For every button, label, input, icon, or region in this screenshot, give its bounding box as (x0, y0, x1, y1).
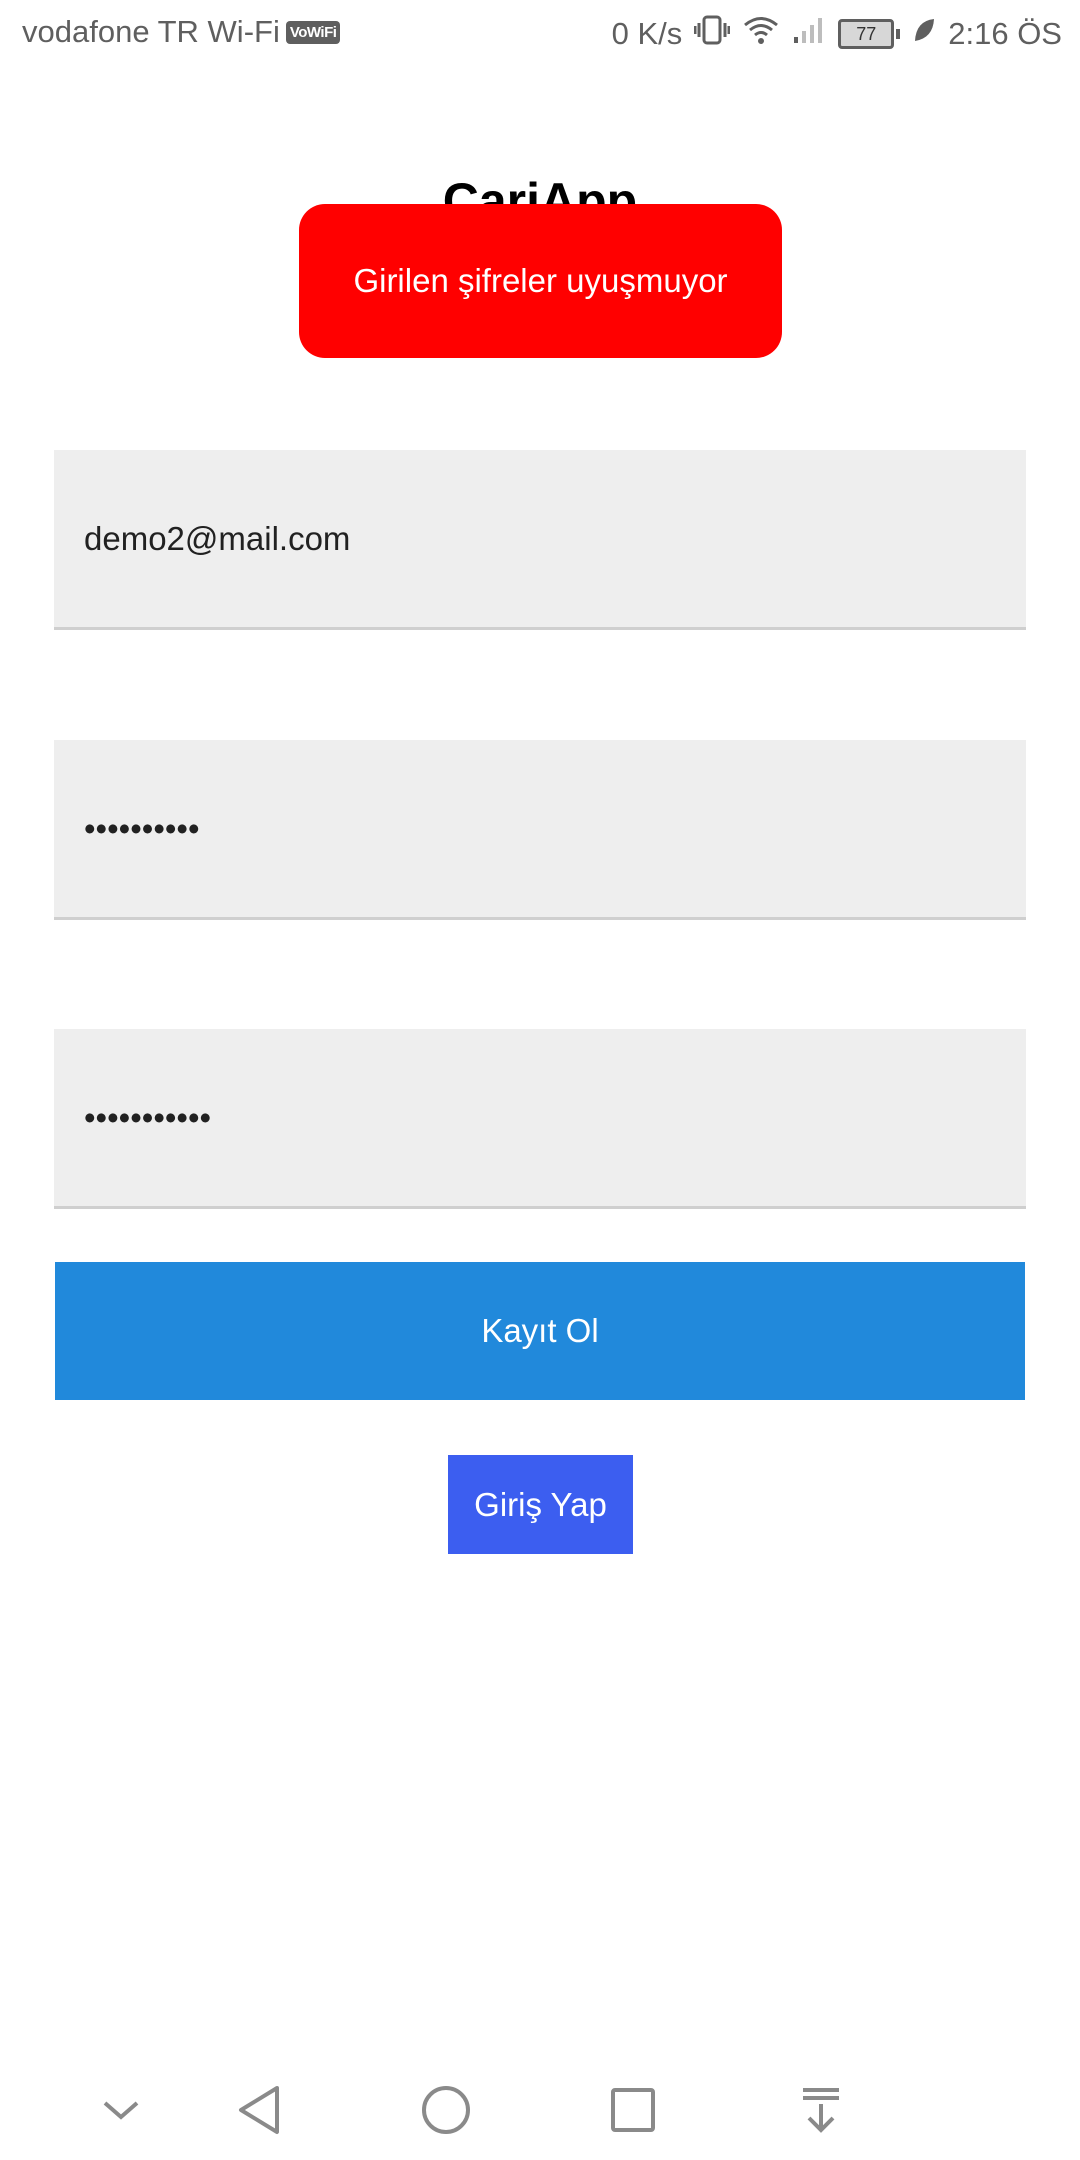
password-confirm-field[interactable] (54, 1029, 1026, 1209)
email-input[interactable] (82, 518, 1026, 559)
vibrate-icon (693, 14, 731, 54)
home-icon[interactable] (411, 2075, 481, 2145)
status-left: vodafone TR Wi-Fi VoWiFi (22, 14, 341, 50)
recents-icon[interactable] (598, 2075, 668, 2145)
register-button[interactable]: Kayıt Ol (55, 1262, 1025, 1400)
wifi-icon (742, 15, 780, 53)
password-confirm-input[interactable] (82, 1097, 1026, 1138)
status-right: 0 K/s 77 2:16 ÖS (612, 14, 1062, 54)
toast-message: Girilen şifreler uyuşmuyor (353, 262, 728, 299)
battery-icon: 77 (838, 19, 901, 49)
status-bar: vodafone TR Wi-Fi VoWiFi 0 K/s 77 2:16 Ö… (0, 0, 1080, 70)
navigation-bar (0, 2055, 1080, 2160)
chevron-down-icon[interactable] (86, 2075, 156, 2145)
carrier-label: vodafone TR Wi-Fi (22, 14, 280, 49)
vowifi-badge: VoWiFi (285, 20, 341, 44)
email-field[interactable] (54, 450, 1026, 630)
error-toast: Girilen şifreler uyuşmuyor (299, 204, 782, 358)
battery-level: 77 (838, 19, 895, 49)
password-field[interactable] (54, 740, 1026, 920)
net-speed: 0 K/s (611, 16, 683, 51)
clock: 2:16 ÖS (948, 16, 1062, 51)
notification-pull-icon[interactable] (786, 2075, 856, 2145)
back-icon[interactable] (224, 2075, 294, 2145)
login-button[interactable]: Giriş Yap (448, 1455, 633, 1554)
password-input[interactable] (82, 808, 1026, 849)
signal-icon (792, 15, 826, 53)
leaf-icon (912, 16, 936, 52)
